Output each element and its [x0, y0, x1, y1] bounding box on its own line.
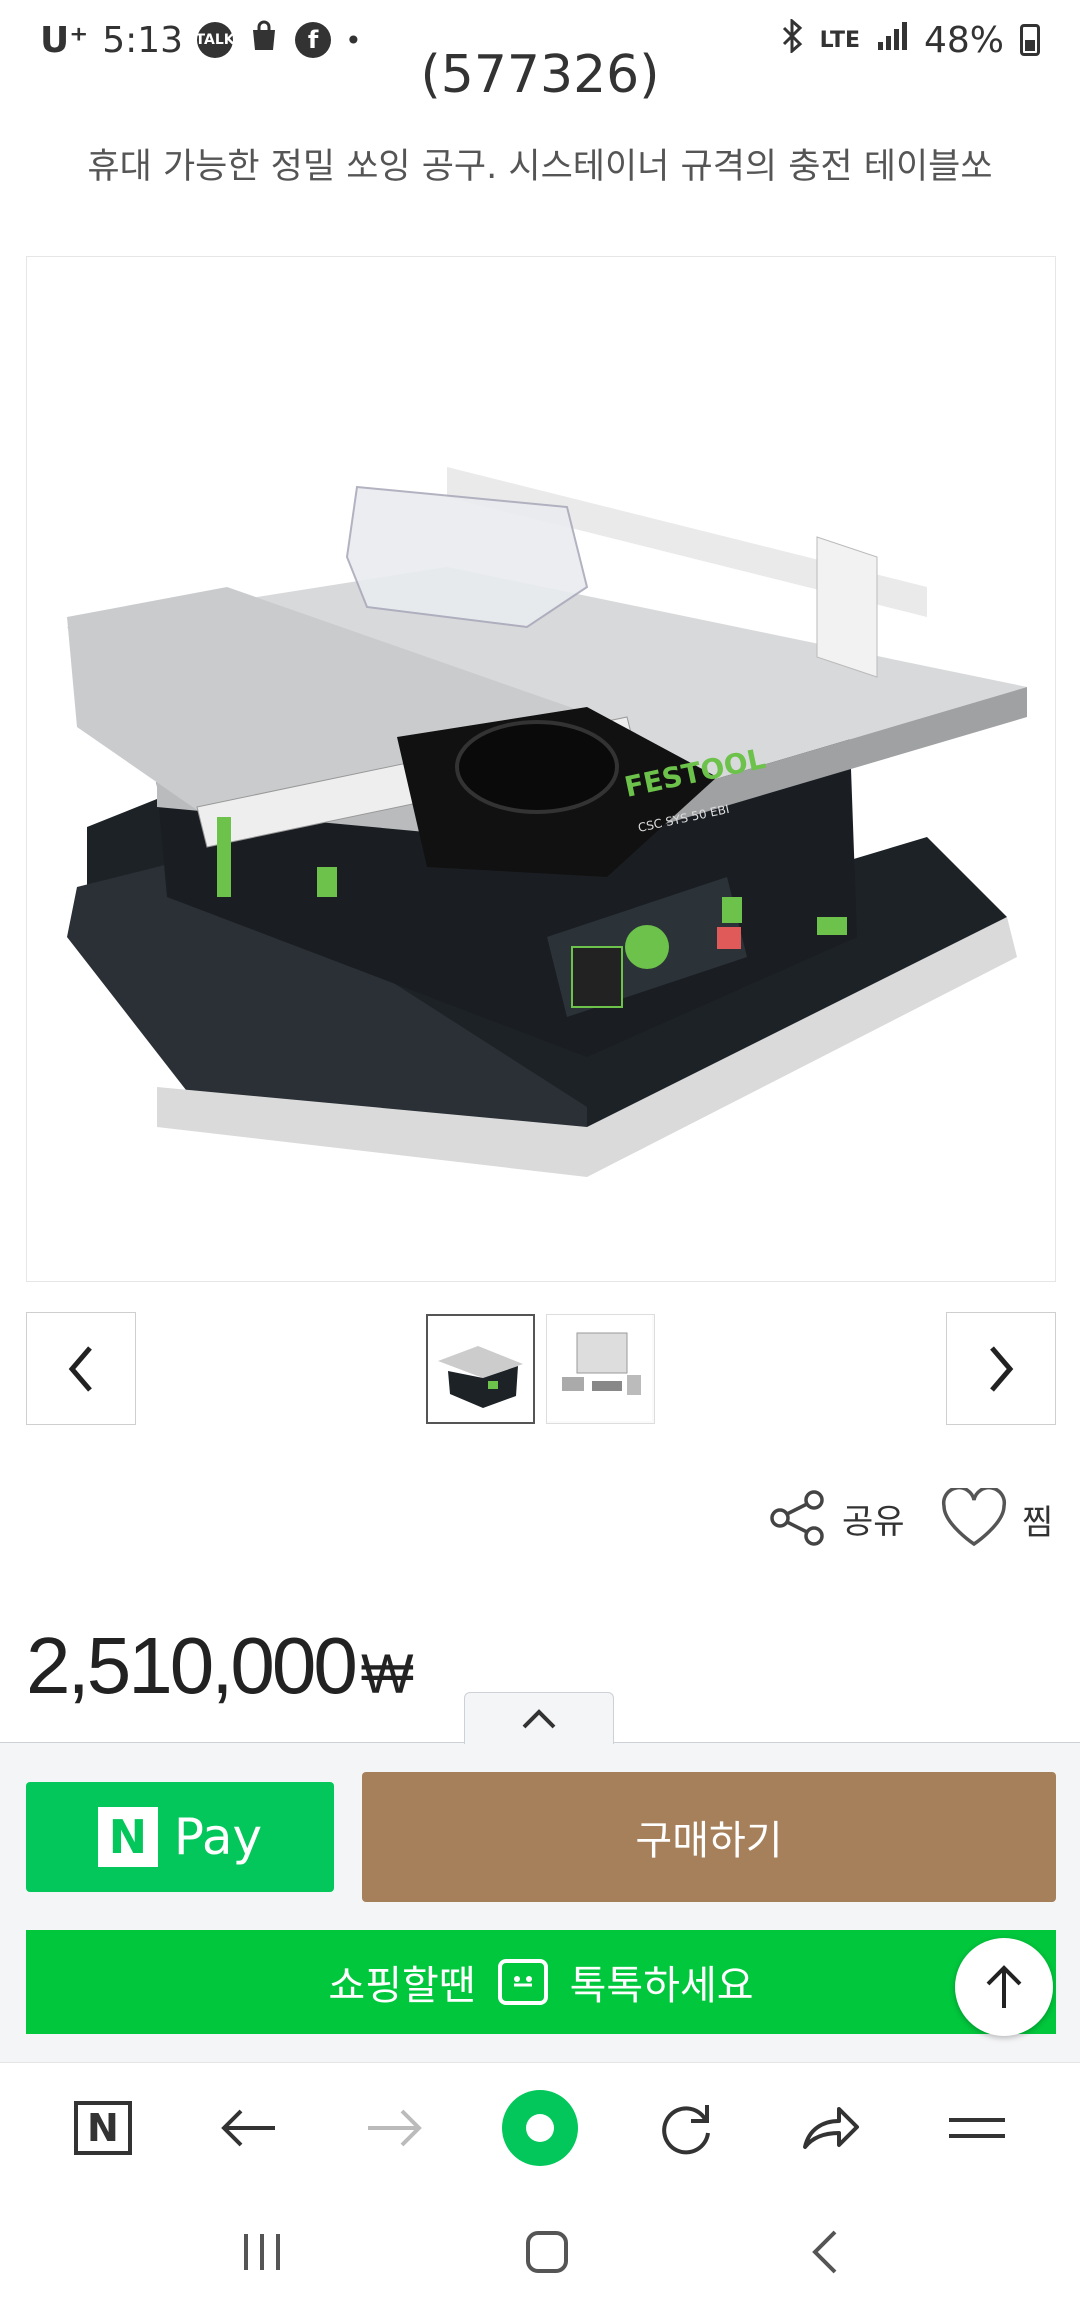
facebook-icon: f [295, 22, 332, 58]
buy-button[interactable]: 구매하기 [362, 1772, 1056, 1902]
like-button[interactable]: 찜 [940, 1488, 1053, 1550]
system-back-icon [811, 2230, 837, 2274]
home-button[interactable] [525, 2230, 569, 2278]
green-dot-button[interactable] [495, 2083, 585, 2173]
hamburger-icon [949, 2117, 1006, 2138]
recent-apps-button[interactable] [240, 2232, 284, 2276]
bluetooth-icon [780, 17, 804, 62]
talk-prefix: 쇼핑할땐 [328, 1963, 476, 2009]
like-label: 찜 [1022, 1502, 1054, 1543]
prev-image-button[interactable] [26, 1312, 136, 1425]
talktalk-icon [497, 1959, 548, 2005]
chevron-right-icon [990, 1345, 1014, 1392]
talktalk-button[interactable]: 쇼핑할땐 톡톡하세요 [26, 1930, 1056, 2034]
home-label: N [86, 2105, 119, 2150]
back-button[interactable] [204, 2083, 294, 2173]
home-icon [525, 2231, 568, 2273]
thumbnail-1[interactable] [426, 1314, 535, 1424]
battery-icon [1020, 24, 1040, 56]
share-label: 공유 [842, 1501, 905, 1542]
carrier-label: U⁺ [40, 19, 89, 61]
more-notifications-icon: • [345, 23, 362, 57]
scroll-to-top-button[interactable] [955, 1938, 1053, 2036]
arrow-left-icon [220, 2109, 275, 2146]
next-image-button[interactable] [946, 1312, 1056, 1425]
browser-toolbar: N [0, 2062, 1080, 2192]
reload-button[interactable] [641, 2083, 731, 2173]
share-icon [770, 1490, 824, 1546]
price-unit: ₩ [360, 1642, 414, 1705]
naver-pay-label: Pay [173, 1808, 263, 1866]
naver-pay-logo: N [97, 1807, 158, 1867]
clock: 5:13 [102, 19, 184, 61]
naver-pay-button[interactable]: N Pay [26, 1782, 334, 1892]
arrow-right-icon [368, 2109, 423, 2146]
forward-share-icon [803, 2106, 860, 2149]
expand-panel-button[interactable] [464, 1692, 614, 1744]
naver-n-icon: N [73, 2100, 132, 2155]
battery-percent: 48% [923, 19, 1004, 61]
network-label: LTE [819, 27, 860, 53]
signal-icon [876, 20, 908, 61]
naver-home-button[interactable]: N [58, 2083, 148, 2173]
system-back-button[interactable] [810, 2229, 840, 2279]
thumbnail-2[interactable] [546, 1314, 655, 1424]
heart-icon [941, 1488, 1007, 1547]
share-page-button[interactable] [786, 2083, 876, 2173]
recent-apps-icon [244, 2234, 281, 2270]
chevron-up-icon [522, 1708, 556, 1728]
price: 2,510,000 ₩ [26, 1620, 414, 1712]
talk-suffix: 톡톡하세요 [569, 1963, 754, 2009]
arrow-up-icon [986, 1965, 1022, 2008]
reload-icon [661, 2104, 710, 2154]
shopping-bag-icon [247, 19, 281, 62]
kakaotalk-icon: TALK [196, 22, 235, 58]
green-dot-icon [501, 2089, 578, 2166]
product-image[interactable]: FESTOOL CSC SYS 50 EBI [26, 256, 1056, 1282]
share-button[interactable]: 공유 [768, 1488, 905, 1548]
system-navigation-bar [0, 2192, 1080, 2316]
product-subtitle: 휴대 가능한 정밀 쏘잉 공구. 시스테이너 규격의 충전 테이블쏘 [87, 147, 993, 187]
price-value: 2,510,000 [26, 1621, 358, 1710]
menu-button[interactable] [932, 2083, 1022, 2173]
forward-button[interactable] [349, 2083, 439, 2173]
chevron-left-icon [68, 1345, 92, 1392]
status-bar: U⁺ 5:13 TALK f • LTE 48% [0, 0, 1080, 80]
